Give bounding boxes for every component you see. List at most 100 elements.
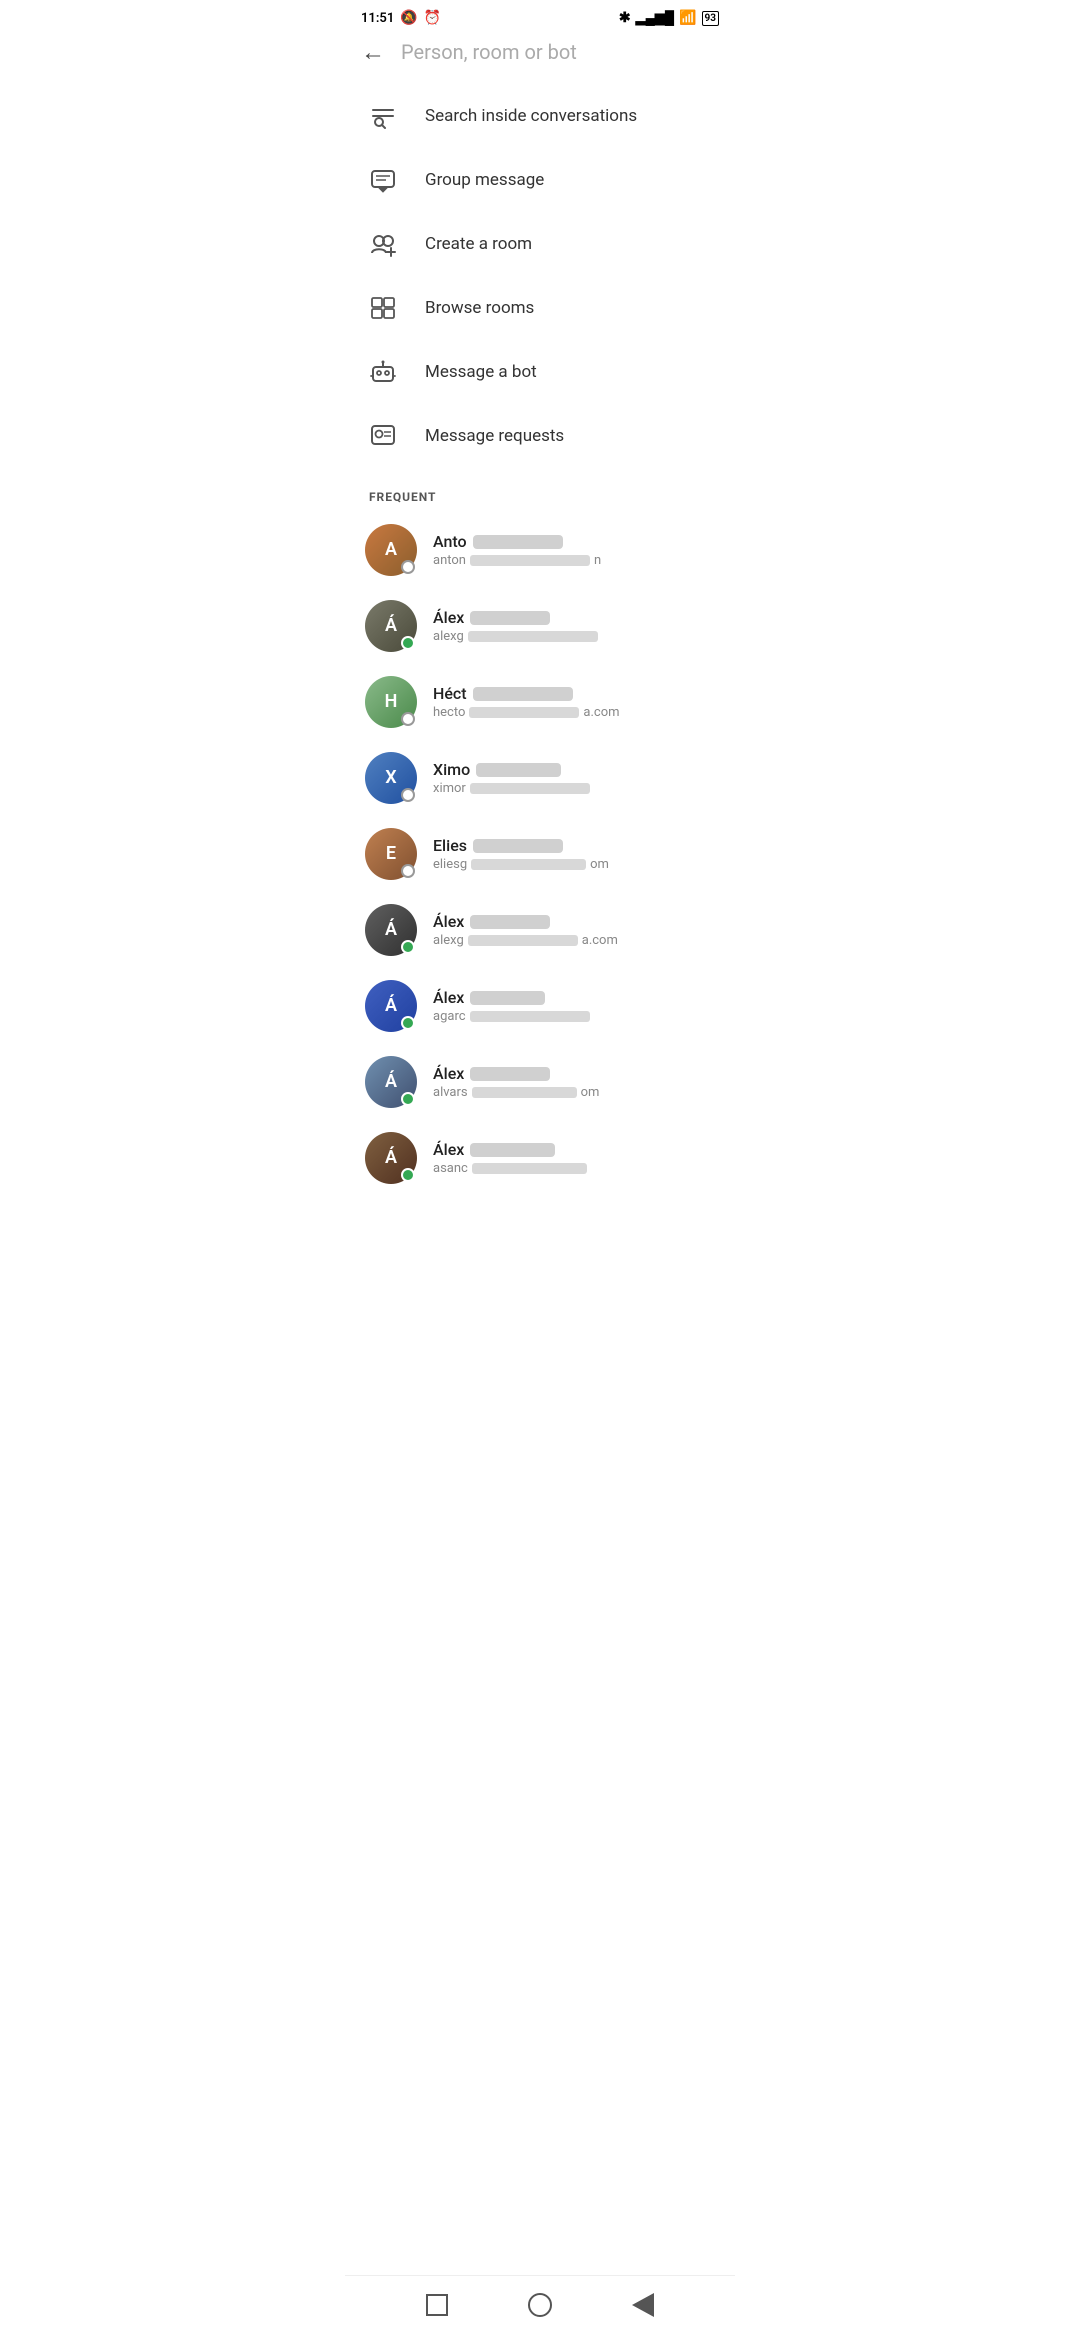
- avatar: A: [365, 524, 417, 576]
- avatar: Á: [365, 600, 417, 652]
- contact-info: Elies eliesg om: [433, 836, 715, 872]
- triangle-icon: [632, 2293, 654, 2317]
- top-bar: ← Person, room or bot: [345, 32, 735, 76]
- contact-info: Álex alexg a.com: [433, 912, 715, 948]
- message-bot-label: Message a bot: [425, 362, 537, 382]
- battery-indicator: 93: [702, 11, 719, 26]
- email-redacted: [470, 1011, 590, 1022]
- avatar: Á: [365, 980, 417, 1032]
- contact-name: Anto: [433, 532, 715, 551]
- create-room-icon: [369, 230, 397, 258]
- search-conversations-label: Search inside conversations: [425, 106, 637, 126]
- browse-rooms-icon: [369, 294, 397, 322]
- contact-email: eliesg om: [433, 857, 715, 872]
- bot-icon: [369, 358, 397, 386]
- email-redacted: [471, 859, 586, 870]
- contact-info: Álex agarc: [433, 988, 715, 1024]
- nav-home-button[interactable]: [525, 2290, 555, 2320]
- avatar: H: [365, 676, 417, 728]
- status-dot: [401, 636, 415, 650]
- contact-name: Álex: [433, 608, 715, 627]
- name-redacted: [470, 1143, 555, 1157]
- avatar: X: [365, 752, 417, 804]
- contact-name: Álex: [433, 988, 715, 1007]
- avatar: Á: [365, 904, 417, 956]
- contact-info: Héct hecto a.com: [433, 684, 715, 720]
- status-dot: [401, 1016, 415, 1030]
- create-room-item[interactable]: Create a room: [345, 212, 735, 276]
- search-conversations-item[interactable]: Search inside conversations: [345, 84, 735, 148]
- status-dot: [401, 1168, 415, 1182]
- avatar: Á: [365, 1132, 417, 1184]
- alarm-icon: ⏰: [424, 10, 441, 26]
- group-message-item[interactable]: Group message: [345, 148, 735, 212]
- menu-list: Search inside conversations Group messag…: [345, 76, 735, 476]
- contact-name: Álex: [433, 912, 715, 931]
- name-redacted: [470, 1067, 550, 1081]
- name-redacted: [470, 915, 550, 929]
- browse-rooms-item[interactable]: Browse rooms: [345, 276, 735, 340]
- contact-email: alexg: [433, 629, 715, 644]
- contact-item[interactable]: Á Álex alexg a.com: [345, 892, 735, 968]
- signal-icon: ▂▄▆█: [636, 10, 674, 26]
- contact-info: Álex alvars om: [433, 1064, 715, 1100]
- frequent-section-header: FREQUENT: [345, 476, 735, 512]
- contact-item[interactable]: H Héct hecto a.com: [345, 664, 735, 740]
- email-redacted: [468, 935, 578, 946]
- nav-back-button[interactable]: [628, 2290, 658, 2320]
- wifi-icon: 📶: [679, 10, 696, 26]
- name-redacted: [473, 535, 563, 549]
- contact-info: Álex asanc: [433, 1140, 715, 1176]
- bottom-navigation: [345, 2275, 735, 2340]
- group-message-icon: [369, 166, 397, 194]
- contact-name: Ximo: [433, 760, 715, 779]
- contact-item[interactable]: X Ximo ximor: [345, 740, 735, 816]
- group-message-label: Group message: [425, 170, 544, 190]
- status-dot: [401, 712, 415, 726]
- contact-email: alvars om: [433, 1085, 715, 1100]
- email-redacted: [469, 707, 579, 718]
- name-redacted: [476, 763, 561, 777]
- browse-rooms-label: Browse rooms: [425, 298, 534, 318]
- email-redacted: [468, 631, 598, 642]
- contact-item[interactable]: Á Álex alvars om: [345, 1044, 735, 1120]
- name-redacted: [473, 839, 563, 853]
- message-requests-item[interactable]: Message requests: [345, 404, 735, 468]
- contact-item[interactable]: E Elies eliesg om: [345, 816, 735, 892]
- circle-icon: [528, 2293, 552, 2317]
- email-redacted: [472, 1087, 577, 1098]
- contact-email: ximor: [433, 781, 715, 796]
- message-bot-item[interactable]: Message a bot: [345, 340, 735, 404]
- status-left: 11:51 🔕 ⏰: [361, 10, 441, 26]
- contact-item[interactable]: Á Álex agarc: [345, 968, 735, 1044]
- contact-email: alexg a.com: [433, 933, 715, 948]
- back-button[interactable]: ←: [361, 40, 385, 64]
- avatar: Á: [365, 1056, 417, 1108]
- bluetooth-icon: ✱: [619, 10, 631, 26]
- status-dot: [401, 864, 415, 878]
- contact-email: asanc: [433, 1161, 715, 1176]
- name-redacted: [470, 991, 545, 1005]
- mute-icon: 🔕: [400, 10, 417, 26]
- contact-item[interactable]: Á Álex asanc: [345, 1120, 735, 1196]
- search-conversations-icon: [369, 102, 397, 130]
- email-redacted: [470, 783, 590, 794]
- status-dot: [401, 560, 415, 574]
- message-requests-label: Message requests: [425, 426, 564, 446]
- create-room-label: Create a room: [425, 234, 532, 254]
- contact-list: A Anto anton n Á Álex: [345, 512, 735, 1196]
- search-field[interactable]: Person, room or bot: [401, 40, 719, 64]
- contact-email: agarc: [433, 1009, 715, 1024]
- contact-name: Héct: [433, 684, 715, 703]
- nav-square-button[interactable]: [422, 2290, 452, 2320]
- contact-email: anton n: [433, 553, 715, 568]
- contact-name: Álex: [433, 1064, 715, 1083]
- email-redacted: [472, 1163, 587, 1174]
- avatar: E: [365, 828, 417, 880]
- contact-info: Álex alexg: [433, 608, 715, 644]
- status-bar: 11:51 🔕 ⏰ ✱ ▂▄▆█ 📶 93: [345, 0, 735, 32]
- contact-item[interactable]: A Anto anton n: [345, 512, 735, 588]
- contact-item[interactable]: Á Álex alexg: [345, 588, 735, 664]
- status-dot: [401, 1092, 415, 1106]
- square-icon: [426, 2294, 448, 2316]
